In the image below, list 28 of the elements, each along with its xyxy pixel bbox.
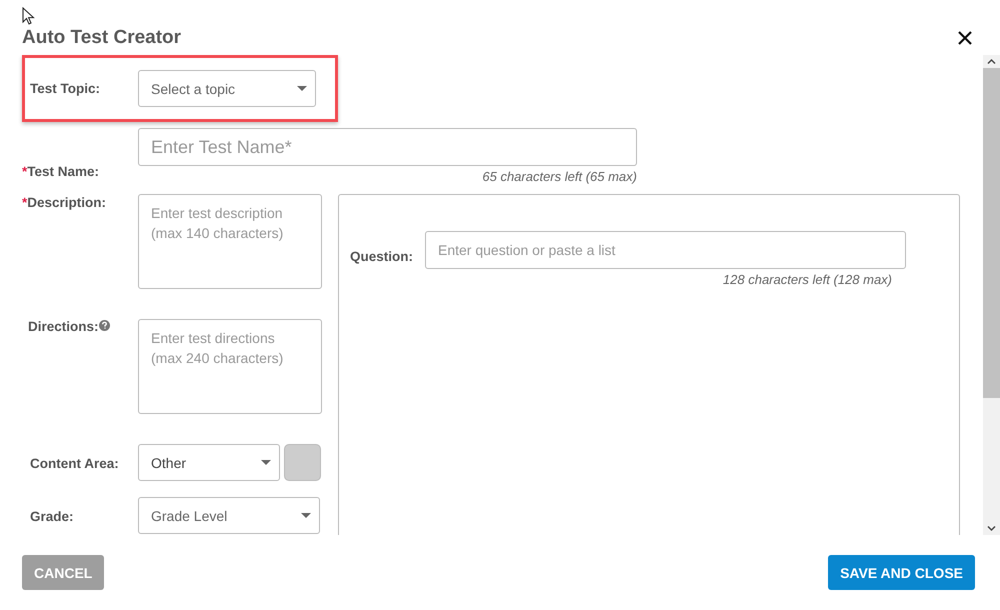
directions-field[interactable]: Enter test directions (max 240 characters) [138, 319, 322, 414]
topic-dropdown[interactable]: Select a topic [138, 70, 316, 107]
field-label: Directions: [28, 319, 99, 334]
content-area-dropdown[interactable]: Other [138, 444, 280, 481]
character-counter: 128 characters left (128 max) [722, 272, 892, 287]
caret-icon [301, 513, 311, 518]
close-icon[interactable] [957, 30, 973, 46]
scrollbar[interactable] [983, 55, 1000, 535]
mouse-pointer-icon [22, 7, 35, 25]
field-label: Question: [350, 248, 414, 264]
save-button[interactable]: SAVE AND CLOSE [828, 555, 975, 590]
scroll-up-icon[interactable] [987, 59, 996, 64]
help-icon[interactable] [98, 320, 110, 331]
description-field[interactable]: Enter test description (max 140 characters) [138, 194, 322, 289]
scroll-down-icon[interactable] [987, 526, 996, 531]
field-label: *Test Name: [22, 163, 100, 181]
question-field[interactable]: Enter question or paste a list [425, 231, 906, 269]
character-counter: 65 characters left (65 max) [482, 169, 637, 184]
field-label: Grade: [29, 508, 75, 524]
test-name-field[interactable]: Enter Test Name* [138, 128, 637, 166]
grade-dropdown[interactable]: Grade Level [138, 497, 320, 534]
dialog-title: Auto Test Creator [22, 27, 182, 49]
color-swatch-button[interactable] [284, 444, 321, 481]
caret-icon [297, 86, 307, 91]
field-label: *Description: [22, 194, 108, 210]
caret-icon [261, 460, 271, 465]
field-label: Test Topic: [30, 81, 101, 96]
field-label: Content Area: [29, 454, 120, 470]
